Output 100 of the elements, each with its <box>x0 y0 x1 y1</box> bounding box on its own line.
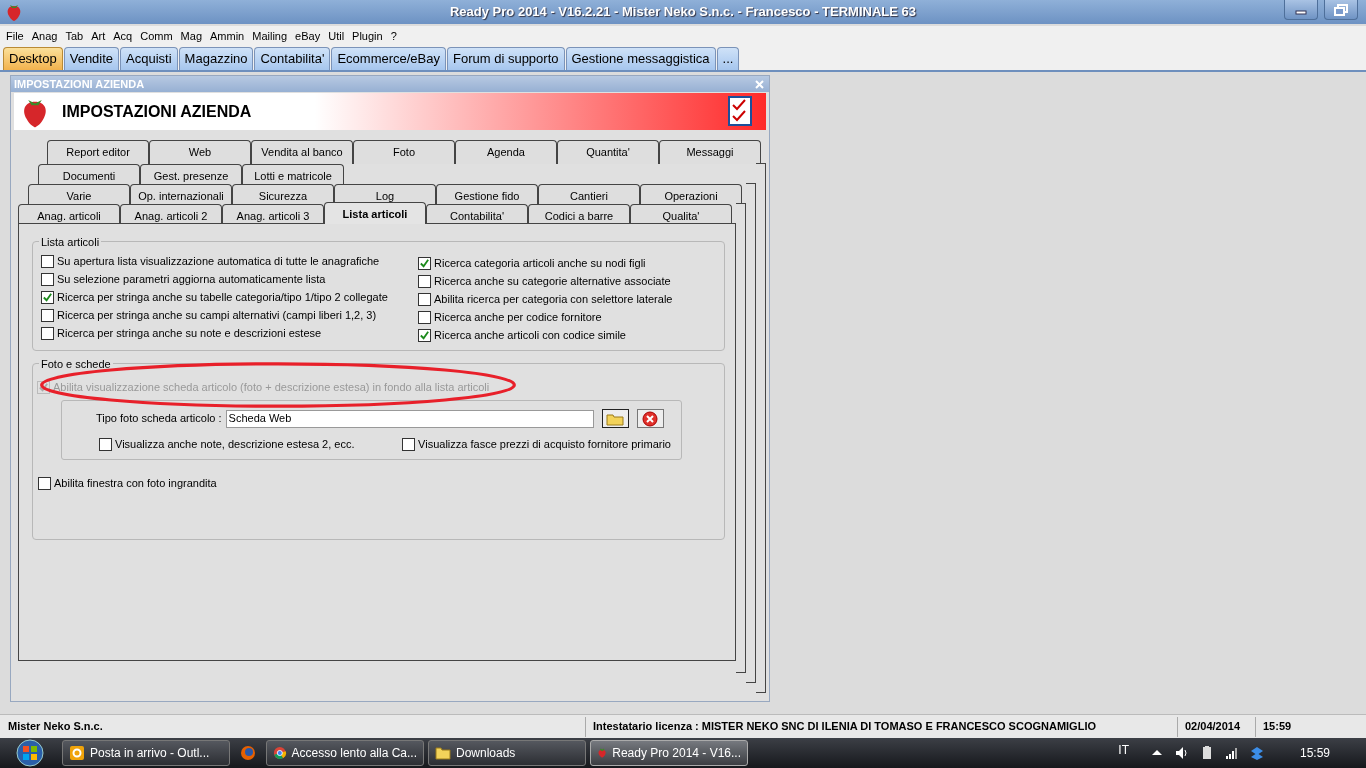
checkbox-label: Ricerca anche articoli con codice simile <box>434 327 626 343</box>
checkbox-label: Ricerca per stringa anche su tabelle categoria/tipo 1/tipo 2 collegate <box>57 289 388 305</box>
checkbox[interactable] <box>41 254 54 268</box>
header-title: IMPOSTAZIONI AZIENDA <box>62 101 252 122</box>
tab[interactable]: Foto <box>353 140 455 164</box>
checkbox[interactable] <box>41 290 54 304</box>
checkbox[interactable] <box>38 476 51 490</box>
menu-item[interactable]: Anag <box>27 27 62 45</box>
tab[interactable]: ... <box>716 47 740 70</box>
tab[interactable]: Contabilita' <box>426 204 528 224</box>
checkbox-label: Abilita finestra con foto ingrandita <box>54 475 217 491</box>
checkbox-label: Ricerca anche su categorie alternative associate <box>434 273 671 289</box>
menu-item[interactable]: Util <box>324 27 349 45</box>
taskbar-button[interactable]: Posta in arrivo - Outl... <box>62 740 230 766</box>
menu-item[interactable]: ? <box>386 27 401 45</box>
checkbox-label: Abilita visualizzazione scheda articolo (foto + descrizione estesa) in fondo alla lista articoli <box>53 379 490 395</box>
field-label: Tipo foto scheda articolo : <box>96 411 222 427</box>
tab[interactable]: Lista articoli <box>324 202 426 224</box>
tab[interactable]: Ecommerce/eBay <box>331 47 446 70</box>
language-indicator[interactable]: IT <box>1118 741 1129 759</box>
tab[interactable]: Varie <box>28 184 130 204</box>
checkbox[interactable] <box>99 437 112 451</box>
window-title: Ready Pro 2014 - V16.2.21 - Mister Neko S.n.c. - Francesco - TERMINALE 63 <box>450 3 916 22</box>
checkbox[interactable] <box>418 274 431 288</box>
menu-item[interactable]: Mag <box>176 27 206 45</box>
dialog-title: IMPOSTAZIONI AZIENDA <box>14 76 145 92</box>
menu-item[interactable]: Plugin <box>348 27 387 45</box>
tab[interactable]: Agenda <box>455 140 557 164</box>
tab[interactable]: Op. internazionali <box>130 184 232 204</box>
speaker-icon[interactable] <box>1173 745 1190 761</box>
tab[interactable]: Vendita al banco <box>251 140 353 164</box>
tab[interactable]: Gest. presenze <box>140 164 242 184</box>
restore-icon <box>1334 3 1348 16</box>
checkbox[interactable] <box>402 437 416 451</box>
minimize-button[interactable] <box>1284 0 1318 20</box>
signal-icon[interactable] <box>1223 745 1240 761</box>
tab[interactable]: Quantita' <box>557 140 659 164</box>
tab[interactable]: Operazioni <box>640 184 742 204</box>
menu-item[interactable]: File <box>2 27 28 45</box>
checkbox[interactable] <box>418 292 431 306</box>
tab[interactable]: Web <box>149 140 251 164</box>
checkbox[interactable] <box>418 310 431 324</box>
globe-icon[interactable] <box>240 745 256 761</box>
tab[interactable]: Qualita' <box>630 204 732 224</box>
tab[interactable]: Documenti <box>38 164 140 184</box>
tab[interactable]: Vendite <box>63 47 120 70</box>
taskbar-button[interactable]: Downloads <box>428 740 586 766</box>
checkbox[interactable] <box>41 308 54 322</box>
checkbox[interactable] <box>41 272 54 286</box>
globe-icon <box>273 745 287 761</box>
tab[interactable]: Gestione messaggistica <box>565 47 716 70</box>
restore-button[interactable] <box>1324 0 1358 20</box>
tab[interactable]: Cantieri <box>538 184 640 204</box>
tab[interactable]: Report editor <box>47 140 149 164</box>
tab[interactable]: Magazzino <box>178 47 254 70</box>
tab[interactable]: Anag. articoli <box>18 204 120 224</box>
folder-icon <box>435 745 451 761</box>
status-license: Intestatario licenza : MISTER NEKO SNC DI ILENIA DI TOMASO E FRANCESCO SCOGNAMIGLIO <box>585 716 1177 737</box>
menu-item[interactable]: Art <box>87 27 110 45</box>
menu-item[interactable]: Ammin <box>206 27 249 45</box>
tab[interactable]: Desktop <box>3 47 63 70</box>
checkbox-label: Visualizza fasce prezzi di acquisto fornitore primario <box>418 436 671 452</box>
checkbox-label: Visualizza anche note, descrizione estesa 2, ecc. <box>115 436 355 452</box>
tab[interactable]: Messaggi <box>659 140 761 164</box>
menu-item[interactable]: Mailing <box>248 27 292 45</box>
checkbox[interactable] <box>41 326 54 340</box>
taskbar-button[interactable]: Accesso lento alla Ca... <box>266 740 424 766</box>
menu-item[interactable]: Comm <box>136 27 177 45</box>
taskbar-clock[interactable]: 15:59 <box>1299 744 1330 762</box>
checkbox-label: Su apertura lista visualizzazione automatica di tutte le anagrafiche <box>57 253 380 269</box>
checkbox-label: Su selezione parametri aggiorna automaticamente lista <box>57 271 326 287</box>
text-field[interactable]: Scheda Web <box>225 409 594 428</box>
tab[interactable]: Sicurezza <box>232 184 334 204</box>
checkbox-label: Ricerca per stringa anche su note e descrizioni estese <box>57 325 322 341</box>
tab[interactable]: Gestione fido <box>436 184 538 204</box>
checkbox-label: Ricerca anche per codice fornitore <box>434 309 602 325</box>
menu-item[interactable]: Tab <box>61 27 88 45</box>
browse-button[interactable] <box>601 409 629 428</box>
menu-item[interactable]: eBay <box>291 27 325 45</box>
tab[interactable]: Forum di supporto <box>447 47 565 70</box>
checkbox-label: Ricerca categoria articoli anche su nodi figli <box>434 255 646 271</box>
menu-item[interactable]: Acq <box>109 27 137 45</box>
taskbar-button[interactable]: Ready Pro 2014 - V16... <box>590 740 748 766</box>
tab[interactable]: Log <box>334 184 436 204</box>
delete-icon <box>642 410 659 427</box>
tab[interactable]: Anag. articoli 3 <box>222 204 324 224</box>
folder-icon <box>606 411 625 426</box>
delete-button[interactable] <box>636 409 664 428</box>
status-date: 02/04/2014 <box>1177 716 1255 737</box>
tab[interactable]: Contabilita' <box>254 47 331 70</box>
tab[interactable]: Lotti e matricole <box>242 164 344 184</box>
status-time: 15:59 <box>1255 716 1312 737</box>
tab[interactable]: Anag. articoli 2 <box>120 204 222 224</box>
status-company: Mister Neko S.n.c. <box>7 719 104 735</box>
checkbox[interactable] <box>418 328 431 342</box>
checklist-icon <box>728 96 752 126</box>
tab[interactable]: Codici a barre <box>528 204 630 224</box>
checkbox[interactable] <box>418 256 431 270</box>
tab[interactable]: Acquisti <box>120 47 178 70</box>
envelope-icon <box>69 745 85 761</box>
